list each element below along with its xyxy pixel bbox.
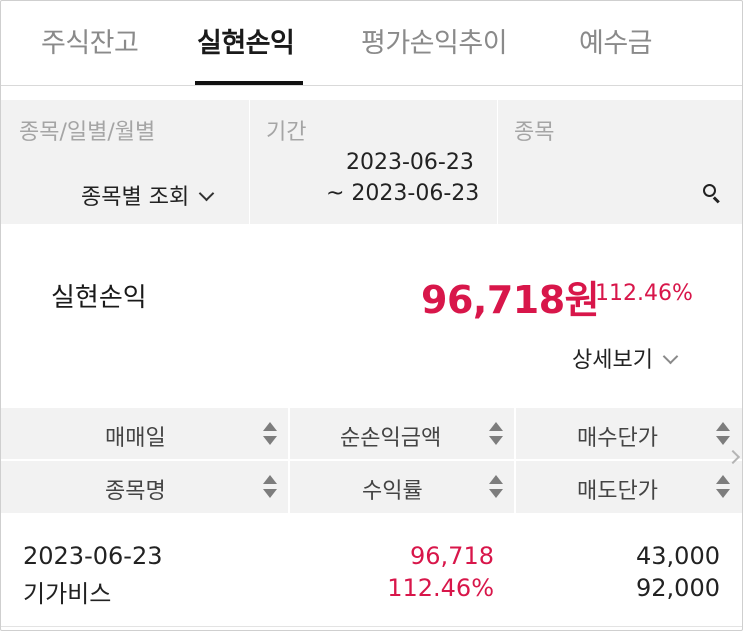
sort-icon — [716, 475, 730, 499]
period-filter[interactable]: 기간 2023-06-23 ~ 2023-06-23 — [249, 100, 497, 224]
sort-icon — [489, 475, 503, 499]
row-net-profit: 96,718 — [410, 542, 494, 570]
table-header: 매매일 순손익금액 매수단가 종목명 수익률 매도단가 — [1, 408, 742, 513]
type-filter-dropdown[interactable]: 종목별 조회 — [81, 179, 215, 211]
header-buy-price[interactable]: 매수단가 — [516, 408, 742, 460]
filter-panel: 종목/일별/월별 종목별 조회 기간 2023-06-23 ~ 2023-06-… — [1, 100, 742, 224]
stock-filter[interactable]: 종목 — [497, 100, 742, 224]
summary-label: 실현손익 — [51, 283, 147, 313]
row-trade-date: 2023-06-23 — [23, 542, 163, 570]
header-sell-price[interactable]: 매도단가 — [516, 461, 742, 513]
summary-rate: 112.46% — [595, 281, 693, 306]
period-from: 2023-06-23 — [346, 150, 474, 175]
row-divider — [1, 626, 742, 627]
tab-realized-profit[interactable]: 실현손익 — [197, 21, 295, 60]
stock-filter-label: 종목 — [514, 120, 555, 145]
type-filter-value: 종목별 조회 — [81, 185, 190, 210]
row-return-rate: 112.46% — [387, 574, 494, 602]
tab-valuation-trend[interactable]: 평가손익추이 — [361, 21, 508, 60]
period-filter-label: 기간 — [266, 120, 307, 145]
detail-view-label: 상세보기 — [572, 348, 653, 373]
active-tab-indicator — [195, 81, 303, 85]
sort-icon — [263, 475, 277, 499]
tab-bar: 주식잔고 실현손익 평가손익추이 예수금 — [1, 1, 742, 86]
header-net-profit[interactable]: 순손익금액 — [290, 408, 514, 460]
summary-amount: 96,718원 — [421, 278, 600, 322]
tab-stock-balance[interactable]: 주식잔고 — [41, 21, 139, 60]
search-icon[interactable] — [703, 184, 721, 204]
type-filter-label: 종목/일별/월별 — [19, 120, 156, 145]
header-return-rate[interactable]: 수익률 — [290, 461, 514, 513]
sort-icon — [489, 422, 503, 446]
detail-view-button[interactable]: 상세보기 — [572, 342, 679, 374]
header-trade-date[interactable]: 매매일 — [1, 408, 288, 460]
row-buy-price: 43,000 — [636, 542, 720, 570]
row-sell-price: 92,000 — [636, 574, 720, 602]
row-stock-name: 기가비스 — [23, 580, 112, 608]
sort-icon — [716, 422, 730, 446]
chevron-down-icon — [662, 348, 679, 365]
app-frame: 주식잔고 실현손익 평가손익추이 예수금 종목/일별/월별 종목별 조회 기간 … — [0, 0, 743, 631]
period-to: ~ 2023-06-23 — [326, 181, 480, 206]
sort-icon — [263, 422, 277, 446]
header-stock-name[interactable]: 종목명 — [1, 461, 288, 513]
type-filter[interactable]: 종목/일별/월별 종목별 조회 — [1, 100, 249, 224]
tab-deposit[interactable]: 예수금 — [579, 21, 653, 60]
chevron-down-icon — [198, 185, 215, 202]
